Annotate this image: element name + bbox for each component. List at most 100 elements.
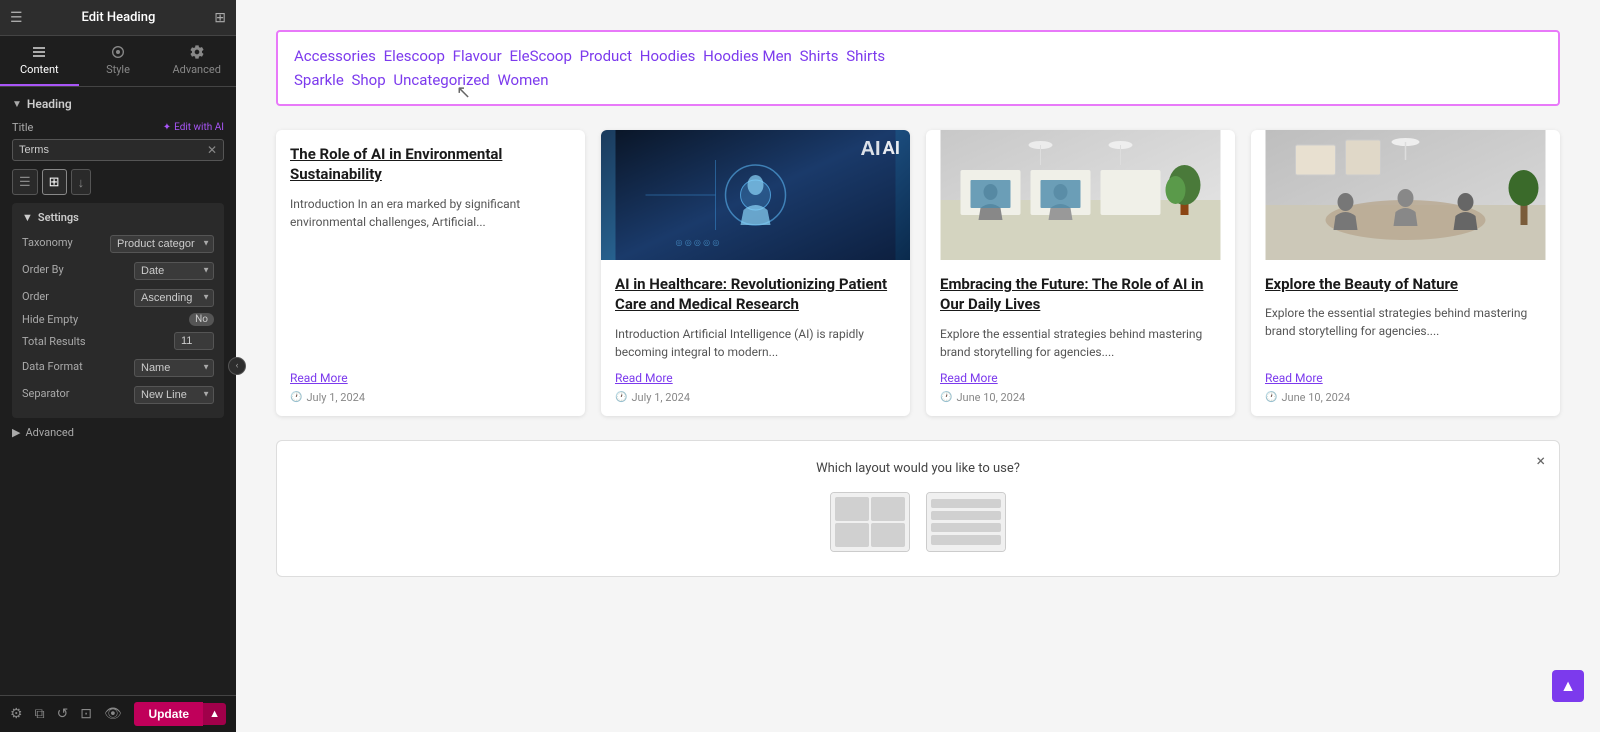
collapse-panel-handle[interactable]: ‹ (228, 357, 246, 375)
post-date-3: June 10, 2024 (940, 391, 1221, 404)
cat-accessories[interactable]: Accessories (294, 47, 376, 65)
layout-options (301, 492, 1535, 552)
post-read-more-3[interactable]: Read More (940, 371, 1221, 385)
cat-shirts[interactable]: Shirts (800, 47, 839, 65)
settings-section: ▼ Settings Taxonomy Product categor ▼ Or… (12, 203, 224, 418)
scroll-to-top-btn[interactable]: ▲ (1552, 670, 1584, 702)
order-row: Order Ascending ▼ (22, 286, 214, 307)
separator-select[interactable]: New Line (134, 386, 214, 404)
down-arrow-btn[interactable]: ↓ (71, 169, 92, 195)
layout-list-option[interactable] (926, 492, 1006, 552)
cat-shop[interactable]: Shop (352, 71, 386, 89)
settings-header: ▼ Settings (22, 211, 214, 224)
post-title-1[interactable]: The Role of AI in Environmental Sustaina… (290, 144, 571, 185)
cat-shirts-sparkle[interactable]: Shirts (846, 47, 885, 65)
panel-footer: ⚙ ⧉ ↺ ⊡ 👁 Update ▲ (0, 695, 236, 732)
title-input-wrapper: ✕ (12, 139, 224, 161)
taxonomy-select[interactable]: Product categor (110, 235, 214, 253)
cat-uncategorized[interactable]: Uncategorized (393, 71, 489, 89)
tab-style[interactable]: Style (79, 36, 158, 86)
order-by-row: Order By Date ▼ (22, 259, 214, 280)
separator-select-wrapper: New Line ▼ (134, 383, 214, 404)
order-select-wrapper: Ascending ▼ (134, 286, 214, 307)
taxonomy-select-wrapper: Product categor ▼ (110, 232, 214, 253)
layout-dialog-close-btn[interactable]: × (1536, 453, 1545, 469)
separator-row: Separator New Line ▼ (22, 383, 214, 404)
eye-icon[interactable]: 👁 (104, 706, 122, 722)
post-image-4 (1251, 130, 1560, 260)
heading-section: ▼ Heading (12, 97, 224, 111)
tab-advanced[interactable]: Advanced (157, 36, 236, 86)
advanced-arrow-icon: ▶ (12, 426, 20, 439)
heading-arrow[interactable]: ▼ (12, 99, 22, 110)
cat-sparkle[interactable]: Sparkle (294, 71, 344, 89)
post-excerpt-1: Introduction In an era marked by signifi… (290, 195, 571, 361)
post-title-2[interactable]: AI in Healthcare: Revolutionizing Patien… (615, 274, 896, 315)
order-by-select[interactable]: Date (134, 262, 214, 280)
layout-grid-option[interactable] (830, 492, 910, 552)
cat-product[interactable]: Product (580, 47, 632, 65)
grid-icon[interactable]: ⊞ (214, 10, 226, 26)
cat-women[interactable]: Women (497, 71, 548, 89)
layout-dialog: × Which layout would you like to use? (276, 440, 1560, 577)
data-format-row: Data Format Name ▼ (22, 356, 214, 377)
layout-dialog-title: Which layout would you like to use? (301, 461, 1535, 476)
clear-input-icon[interactable]: ✕ (207, 143, 217, 157)
categories-list: Accessories Elescoop Flavour EleScoop Pr… (294, 44, 1542, 92)
layers-icon[interactable]: ⧉ (35, 706, 45, 722)
post-excerpt-3: Explore the essential strategies behind … (940, 325, 1221, 361)
layout-grid-preview (831, 493, 909, 551)
post-body-4: Explore the Beauty of Nature Explore the… (1251, 260, 1560, 416)
title-input[interactable] (19, 144, 207, 156)
order-select[interactable]: Ascending (134, 289, 214, 307)
responsive-icon[interactable]: ⊡ (80, 706, 92, 722)
taxonomy-row: Taxonomy Product categor ▼ (22, 232, 214, 253)
post-date-2: July 1, 2024 (615, 391, 896, 404)
update-button[interactable]: Update (134, 702, 203, 726)
cat-elescoop2[interactable]: EleScoop (509, 47, 571, 65)
ai-icon: ✦ (163, 122, 171, 133)
cat-flavour[interactable]: Flavour (453, 47, 502, 65)
post-title-3[interactable]: Embracing the Future: The Role of AI in … (940, 274, 1221, 315)
data-format-select-wrapper: Name ▼ (134, 356, 214, 377)
panel-title: Edit Heading (81, 10, 155, 25)
edit-with-ai-btn[interactable]: ✦ Edit with AI (163, 122, 224, 133)
post-card-3: Embracing the Future: The Role of AI in … (926, 130, 1235, 416)
post-date-4: June 10, 2024 (1265, 391, 1546, 404)
tab-content[interactable]: Content (0, 36, 79, 86)
data-format-select[interactable]: Name (134, 359, 214, 377)
settings-icon[interactable]: ⚙ (10, 706, 23, 722)
cat-hoodies-men[interactable]: Hoodies Men (703, 47, 792, 65)
update-chevron-btn[interactable]: ▲ (203, 703, 226, 725)
list-view-btn[interactable]: ☰ (12, 169, 38, 195)
cat-hoodies[interactable]: Hoodies (640, 47, 696, 65)
hide-empty-toggle[interactable]: No (189, 313, 214, 326)
header-icons: ⊞ (214, 10, 226, 26)
post-title-4[interactable]: Explore the Beauty of Nature (1265, 274, 1546, 294)
post-image-3 (926, 130, 1235, 260)
panel-tabs: Content Style Advanced (0, 36, 236, 87)
post-read-more-1[interactable]: Read More (290, 371, 571, 385)
post-card-2: AI ◎ ◎ ◎ ◎ ◎ AI in Healthcare: Revolutio… (601, 130, 910, 416)
layout-list-preview (927, 493, 1005, 551)
grid-view-btn[interactable]: ⊞ (42, 169, 67, 195)
footer-icons: ⚙ ⧉ ↺ ⊡ 👁 (10, 706, 122, 722)
menu-icon[interactable]: ☰ (10, 10, 23, 26)
post-read-more-2[interactable]: Read More (615, 371, 896, 385)
view-toggles: ☰ ⊞ ↓ (12, 169, 224, 195)
total-results-input[interactable] (174, 332, 214, 350)
post-body-3: Embracing the Future: The Role of AI in … (926, 260, 1235, 416)
post-body-1: The Role of AI in Environmental Sustaina… (276, 130, 585, 416)
post-excerpt-2: Introduction Artificial Intelligence (AI… (615, 325, 896, 361)
history-icon[interactable]: ↺ (57, 706, 69, 722)
cat-elescoop[interactable]: Elescoop (384, 47, 445, 65)
advanced-section[interactable]: ▶ Advanced (12, 426, 224, 439)
post-read-more-4[interactable]: Read More (1265, 371, 1546, 385)
order-by-select-wrapper: Date ▼ (134, 259, 214, 280)
update-btn-wrapper: Update ▲ (134, 702, 226, 726)
panel-header: ☰ Edit Heading ⊞ (0, 0, 236, 36)
post-card-4: Explore the Beauty of Nature Explore the… (1251, 130, 1560, 416)
post-image-2: AI ◎ ◎ ◎ ◎ ◎ (601, 130, 910, 260)
post-excerpt-4: Explore the essential strategies behind … (1265, 304, 1546, 360)
main-canvas: ↖ Accessories Elescoop Flavour EleScoop … (236, 0, 1600, 732)
